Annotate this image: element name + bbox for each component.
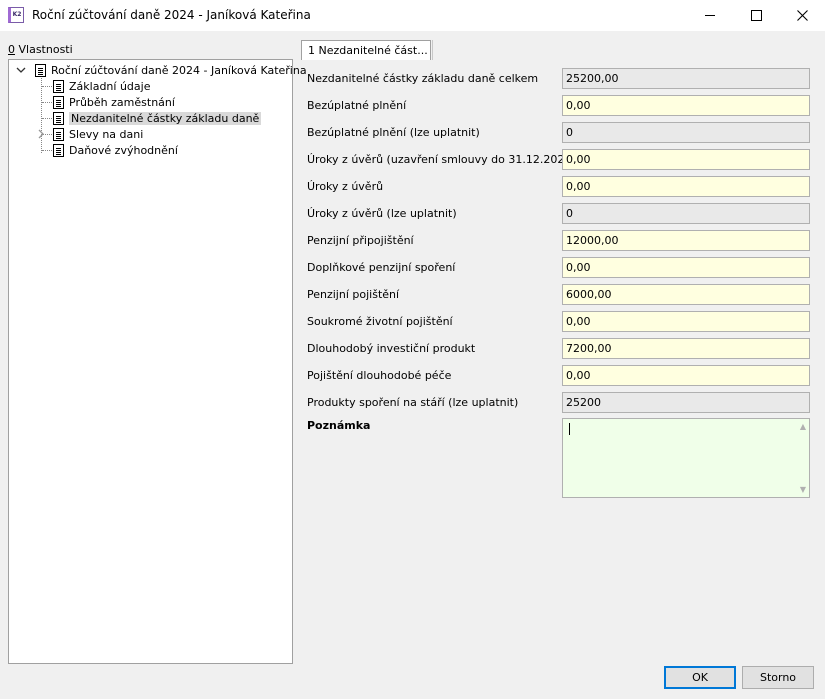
note-textarea[interactable]: ▲ ▼	[562, 418, 810, 498]
value-input[interactable]: 0,00	[562, 311, 810, 332]
field-label: Penzijní pojištění	[307, 288, 400, 301]
field-label: Penzijní připojištění	[307, 234, 414, 247]
scroll-up-icon[interactable]: ▲	[800, 422, 806, 431]
maximize-button[interactable]	[733, 0, 779, 31]
value-readonly: 0	[562, 203, 810, 224]
value-input[interactable]: 0,00	[562, 149, 810, 170]
field-label: Úroky z úvěrů (uzavření smlouvy do 31.12…	[307, 153, 576, 166]
field-label: Produkty spoření na stáří (lze uplatnit)	[307, 396, 519, 409]
value-input[interactable]: 0,00	[562, 95, 810, 116]
minimize-button[interactable]	[687, 0, 733, 31]
value-input[interactable]: 0,00	[562, 176, 810, 197]
field-label: Dlouhodobý investiční produkt	[307, 342, 476, 355]
document-icon	[53, 127, 64, 141]
field-label: Pojištění dlouhodobé péče	[307, 369, 452, 382]
tab-divider	[432, 40, 433, 60]
field-label: Úroky z úvěrů	[307, 180, 384, 193]
field-label: Doplňkové penzijní spoření	[307, 261, 456, 274]
cancel-button[interactable]: Storno	[742, 666, 814, 689]
tree-item-danove-zvyhodneni[interactable]: Daňové zvýhodnění	[53, 142, 178, 158]
properties-label-text: Vlastnosti	[15, 43, 73, 56]
tree-connector	[42, 86, 52, 87]
close-icon	[796, 10, 808, 21]
tree-view[interactable]: Roční zúčtování daně 2024 - Janíková Kat…	[8, 59, 307, 664]
field-label: Bezúplatné plnění	[307, 99, 407, 112]
tree-item-prubeh-zamestnani[interactable]: Průběh zaměstnání	[53, 94, 175, 110]
tree-item-label: Nezdanitelné částky základu daně	[69, 111, 262, 125]
tree-item-slevy-na-dani[interactable]: Slevy na dani	[35, 126, 143, 142]
tree-item-label: Průběh zaměstnání	[69, 95, 175, 109]
tree-connector	[42, 150, 52, 151]
tree-item-nezdanitelne-castky[interactable]: Nezdanitelné částky základu daně	[53, 110, 262, 126]
properties-label-hotkey: 0	[8, 43, 15, 56]
window-title: Roční zúčtování daně 2024 - Janíková Kat…	[32, 8, 311, 22]
tab-nezdanitelne-castky[interactable]: 1 Nezdanitelné část...	[301, 40, 431, 60]
tree-connector	[42, 118, 52, 119]
document-icon	[35, 63, 46, 77]
document-icon	[53, 95, 64, 109]
tree-root[interactable]: Roční zúčtování daně 2024 - Janíková Kat…	[15, 62, 307, 78]
text-caret	[569, 423, 570, 435]
close-button[interactable]	[779, 0, 825, 31]
value-input[interactable]: 6000,00	[562, 284, 810, 305]
document-icon	[53, 79, 64, 93]
tree-item-label: Slevy na dani	[69, 127, 144, 141]
value-readonly: 0	[562, 122, 810, 143]
collapse-chevron-icon[interactable]	[15, 64, 27, 76]
tree-item-label: Základní údaje	[69, 79, 151, 93]
value-input[interactable]: 7200,00	[562, 338, 810, 359]
properties-label: 0 Vlastnosti	[8, 43, 73, 56]
note-label: Poznámka	[307, 419, 371, 432]
value-input[interactable]: 0,00	[562, 365, 810, 386]
tree-root-label: Roční zúčtování daně 2024 - Janíková Kat…	[51, 63, 307, 77]
app-icon: K2	[8, 7, 24, 23]
field-label: Úroky z úvěrů (lze uplatnit)	[307, 207, 457, 220]
value-readonly: 25200	[562, 392, 810, 413]
scroll-down-icon[interactable]: ▼	[800, 485, 806, 494]
document-icon	[53, 143, 64, 157]
title-bar: K2 Roční zúčtování daně 2024 - Janíková …	[0, 0, 825, 31]
tree-item-label: Daňové zvýhodnění	[69, 143, 178, 157]
document-icon	[53, 111, 64, 125]
field-label: Bezúplatné plnění (lze uplatnit)	[307, 126, 480, 139]
value-readonly: 25200,00	[562, 68, 810, 89]
field-label: Soukromé životní pojištění	[307, 315, 453, 328]
field-label: Nezdanitelné částky základu daně celkem	[307, 72, 539, 85]
expand-chevron-icon[interactable]	[35, 128, 47, 140]
tree-item-zakladni-udaje[interactable]: Základní údaje	[53, 78, 150, 94]
tree-connector	[42, 102, 52, 103]
value-input[interactable]: 12000,00	[562, 230, 810, 251]
ok-button[interactable]: OK	[664, 666, 736, 689]
value-input[interactable]: 0,00	[562, 257, 810, 278]
